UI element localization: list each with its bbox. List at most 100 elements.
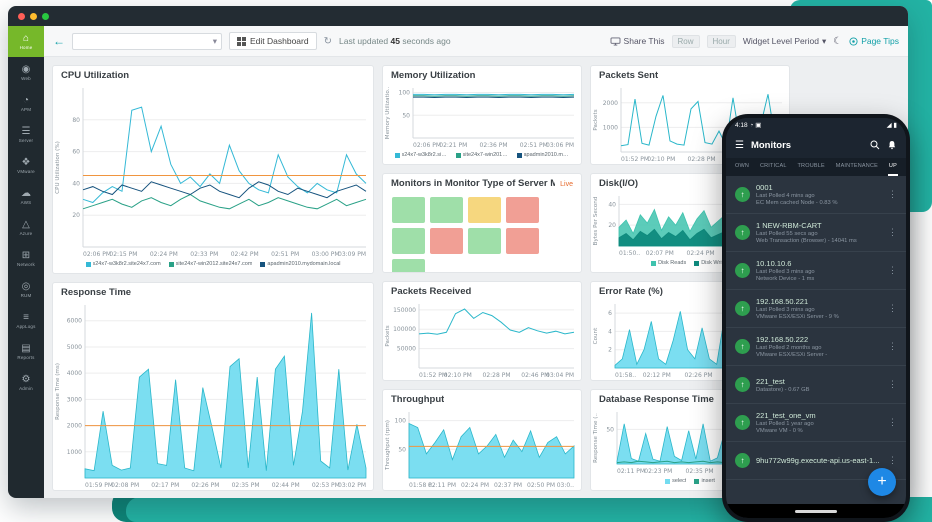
sidebar-item-server[interactable]: ☰ Server	[8, 119, 44, 150]
add-monitor-fab[interactable]: +	[868, 468, 896, 496]
window-minimize-button[interactable]	[30, 12, 37, 20]
widget-level-period-select[interactable]: Widget Level Period ▾	[743, 36, 826, 47]
monitor-last-polled: Last Polled 55 secs ago	[756, 231, 818, 237]
monitor-tile-critical[interactable]	[430, 228, 463, 254]
sidebar: ⌂ Home ◉ Web ◔ APM ☰ Server ❖ VMware ☁ AWS △ Azure ⊞ Ne…	[8, 26, 44, 498]
sidebar-item-label: Web	[21, 76, 31, 81]
widget-cpu-utilization: CPU Utilization 20 40 60 80 02:06 PM 02:15 PM…	[52, 65, 374, 274]
monitor-list-item[interactable]: ↑ 1 NEW-RBM-CART Last Polled 55 secs ago We…	[726, 214, 906, 252]
sidebar-item-label: Azure	[19, 231, 33, 236]
phone-tab-critical[interactable]: CRITICAL	[759, 158, 788, 176]
svg-text:80: 80	[72, 117, 80, 124]
monitor-list-item[interactable]: ↑ 10.10.10.6 Last Polled 3 mins ago Network…	[726, 252, 906, 290]
widget-title: Packets Received	[391, 286, 472, 297]
hamburger-menu-icon[interactable]: ☰	[735, 140, 744, 151]
svg-text:60: 60	[72, 149, 80, 156]
row-button[interactable]: Row	[671, 34, 700, 48]
page-tips-link[interactable]: Page Tips	[849, 36, 899, 46]
kebab-menu-icon[interactable]: ⋮	[888, 265, 897, 276]
svg-text:150000: 150000	[393, 307, 416, 314]
status-up-icon: ↑	[735, 415, 750, 430]
monitor-list-item[interactable]: ↑ 0001 Last Polled 4 mins ago EC Mem cached…	[726, 176, 906, 214]
phone-tab-trouble[interactable]: TROUBLE	[797, 158, 826, 176]
kebab-menu-icon[interactable]: ⋮	[888, 341, 897, 352]
svg-text:02:24 PM: 02:24 PM	[687, 250, 715, 257]
chevron-down-icon: ▾	[212, 35, 217, 46]
share-this-button[interactable]: Share This	[610, 36, 665, 46]
svg-text:02:50 PM: 02:50 PM	[527, 482, 555, 489]
status-up-icon: ↑	[735, 453, 750, 468]
sidebar-item-apm[interactable]: ◔ APM	[8, 88, 44, 119]
kebab-menu-icon[interactable]: ⋮	[888, 455, 897, 466]
svg-text:02:10 PM: 02:10 PM	[647, 156, 675, 163]
monitor-tile-up[interactable]	[392, 197, 425, 223]
phone-tab-maintenance[interactable]: MAINTENANCE	[835, 158, 879, 176]
monitor-detail: Web Transaction (Browser) - 14041 ms	[756, 238, 857, 244]
search-icon[interactable]	[870, 140, 880, 150]
sidebar-item-web[interactable]: ◉ Web	[8, 57, 44, 88]
back-button[interactable]: ←	[53, 35, 65, 47]
applogs-icon: ≡	[23, 312, 29, 323]
response-time-chart: 1000 2000 3000 4000 5000 6000 01:59 PM 02:08 PM…	[53, 300, 373, 490]
throughput-chart: 50 100 01:58 P.. 02:11 PM 02:24 PM 02:37 PM 02…	[383, 407, 581, 490]
monitor-tile-warning[interactable]	[468, 197, 501, 223]
dark-mode-toggle[interactable]: ☾	[833, 36, 842, 47]
svg-text:2000: 2000	[67, 423, 82, 430]
sidebar-item-azure[interactable]: △ Azure	[8, 212, 44, 243]
monitor-tile-up[interactable]	[392, 228, 425, 254]
widget-title: Packets Sent	[599, 70, 659, 81]
svg-text:Packets: Packets	[593, 109, 599, 130]
phone-tab-up[interactable]: UP	[887, 158, 898, 176]
sidebar-item-reports[interactable]: ▤ Reports	[8, 336, 44, 367]
rum-icon: ◎	[21, 281, 31, 292]
phone-list: ↑ 0001 Last Polled 4 mins ago EC Mem cached…	[726, 176, 906, 504]
svg-text:03:00 PM: 03:00 PM	[312, 251, 340, 258]
monitor-list-item[interactable]: ↑ 192.168.50.221 Last Polled 3 mins ago VMw…	[726, 290, 906, 328]
monitor-detail: VMware VM - 0 %	[756, 428, 803, 434]
monitor-tile-up[interactable]	[392, 259, 425, 272]
phone-app-title: Monitors	[750, 139, 792, 151]
window-zoom-button[interactable]	[42, 12, 49, 20]
phone-tab-own[interactable]: OWN	[734, 158, 750, 176]
sidebar-item-label: Reports	[17, 355, 35, 360]
hour-button[interactable]: Hour	[706, 34, 736, 48]
monitor-list-item[interactable]: ↑ 221_test_one_vm Last Polled 1 year ago VM…	[726, 404, 906, 442]
widget-title: Memory Utilization	[391, 70, 476, 81]
edit-dashboard-button[interactable]: Edit Dashboard	[229, 32, 317, 50]
kebab-menu-icon[interactable]: ⋮	[888, 303, 897, 314]
monitor-name: 221_test_one_vm	[756, 411, 816, 420]
dashboard-select[interactable]: ▾	[72, 32, 222, 50]
sidebar-item-aws[interactable]: ☁ AWS	[8, 181, 44, 212]
sidebar-item-home[interactable]: ⌂ Home	[8, 26, 44, 57]
refresh-icon[interactable]: ↻	[324, 36, 332, 47]
sidebar-item-network[interactable]: ⊞ Network	[8, 243, 44, 274]
sidebar-item-admin[interactable]: ⚙ Admin	[8, 367, 44, 398]
svg-text:Bytes Per Second: Bytes Per Second	[593, 196, 599, 245]
monitor-tile-up[interactable]	[468, 228, 501, 254]
sidebar-item-vmware[interactable]: ❖ VMware	[8, 150, 44, 181]
window-close-button[interactable]	[18, 12, 25, 20]
svg-text:3000: 3000	[67, 396, 82, 403]
kebab-menu-icon[interactable]: ⋮	[888, 189, 897, 200]
monitor-detail: VMware ESX/ESXi Server - 9 %	[756, 314, 839, 320]
monitor-tile-up[interactable]	[430, 197, 463, 223]
kebab-menu-icon[interactable]: ⋮	[888, 227, 897, 238]
sidebar-item-rum[interactable]: ◎ RUM	[8, 274, 44, 305]
kebab-menu-icon[interactable]: ⋮	[888, 379, 897, 390]
monitor-list-item[interactable]: ↑ 221_test Datastore) - 0.67 GB ⋮	[726, 366, 906, 404]
home-indicator[interactable]	[795, 509, 837, 513]
widget-title: Throughput	[391, 394, 445, 405]
kebab-menu-icon[interactable]: ⋮	[888, 417, 897, 428]
sidebar-item-applogs[interactable]: ≡ AppLogs	[8, 305, 44, 336]
bell-icon[interactable]	[887, 140, 897, 150]
widget-packets-received: Packets Received 50000 100000 150000 01:52 …	[382, 281, 582, 381]
monitor-tile-critical[interactable]	[506, 197, 539, 223]
svg-text:02:10 PM: 02:10 PM	[444, 372, 472, 379]
svg-text:03:0..: 03:0..	[557, 482, 574, 489]
monitor-name: 221_test	[756, 376, 785, 386]
monitor-tile-critical[interactable]	[506, 228, 539, 254]
svg-text:02:35 PM: 02:35 PM	[232, 482, 260, 489]
monitor-list-item[interactable]: ↑ 192.168.50.222 Last Polled 2 months ago V…	[726, 328, 906, 366]
svg-text:02:26 PM: 02:26 PM	[685, 372, 713, 379]
svg-text:01:50..: 01:50..	[619, 250, 640, 257]
